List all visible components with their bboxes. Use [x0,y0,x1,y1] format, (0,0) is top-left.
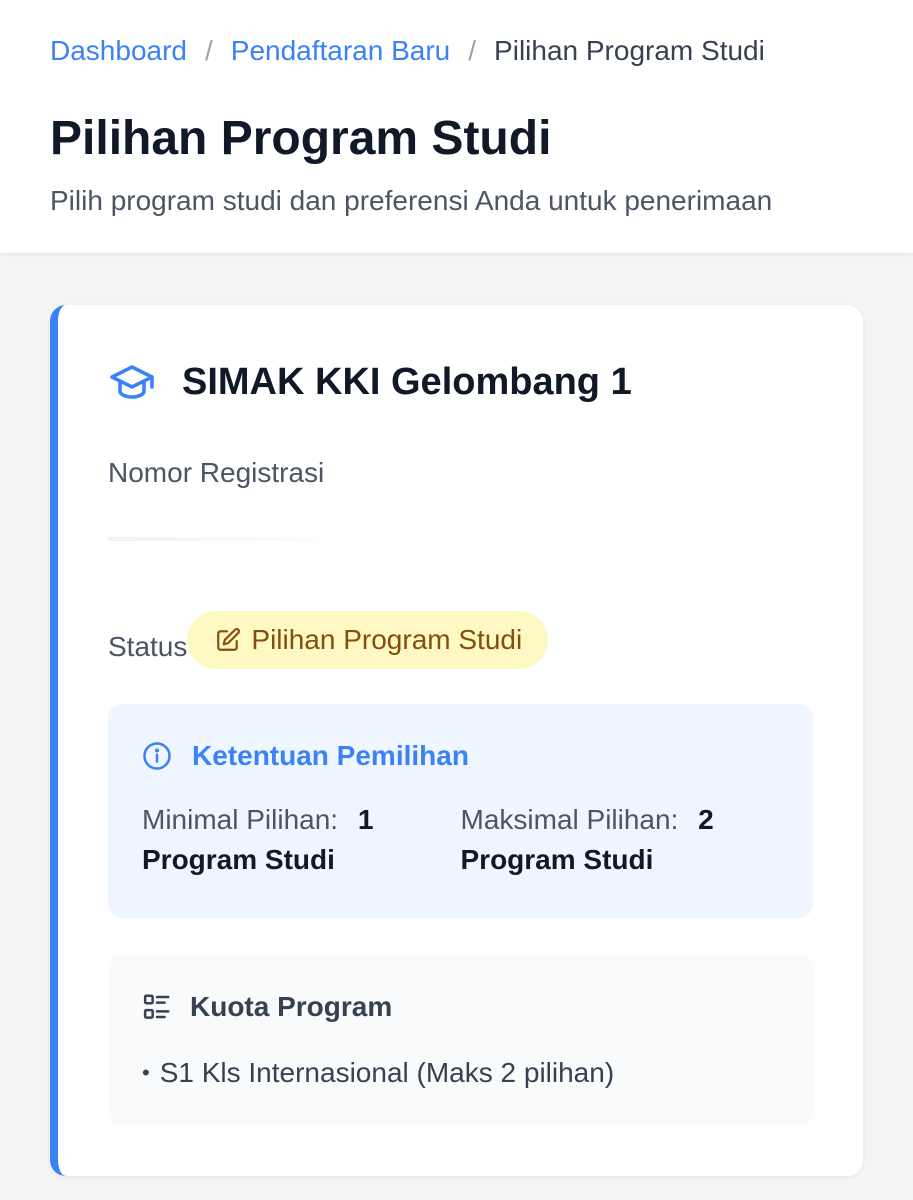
max-selection-value: 2 [698,804,714,835]
selection-rules-box: Ketentuan Pemilihan Minimal Pilihan: 1 P… [108,704,813,918]
registration-value [108,537,318,541]
program-quota-box: Kuota Program • S1 Kls Internasional (Ma… [108,953,813,1127]
max-selection-unit: Program Studi [460,844,654,875]
quota-title: Kuota Program [190,991,393,1022]
breadcrumb-separator: / [468,35,477,66]
bullet-icon: • [142,1060,150,1085]
registration-label: Nomor Registrasi [108,457,325,488]
max-selection-label: Maksimal Pilihan: [460,804,679,835]
card-header: SIMAK KKI Gelombang 1 [108,361,632,404]
edit-icon [217,628,241,651]
breadcrumb: Dashboard / Pendaftaran Baru / Pilihan P… [50,33,863,69]
quota-list: • S1 Kls Internasional (Maks 2 pilihan) [142,1057,779,1089]
min-selection: Minimal Pilihan: 1 Program Studi [142,800,461,880]
rules-title: Ketentuan Pemilihan [192,740,469,771]
info-icon [143,742,171,770]
min-selection-label: Minimal Pilihan: [142,804,339,835]
breadcrumb-current: Pilihan Program Studi [494,35,765,66]
list-item: • S1 Kls Internasional (Maks 2 pilihan) [142,1057,779,1089]
quota-header: Kuota Program [142,991,779,1023]
card-title: SIMAK KKI Gelombang 1 [182,361,632,403]
page-subtitle: Pilih program studi dan preferensi Anda … [50,185,773,216]
quota-item-label: S1 Kls Internasional (Maks 2 pilihan) [159,1057,615,1088]
min-selection-value: 1 [357,804,374,835]
status-row: Status Pilihan Program Studi [108,611,549,669]
list-icon [143,994,170,1019]
graduation-cap-icon [110,364,154,399]
breadcrumb-dashboard-link[interactable]: Dashboard [50,35,187,67]
status-badge: Pilihan Program Studi [187,611,549,669]
rules-header: Ketentuan Pemilihan [142,740,779,772]
page-title: Pilihan Program Studi [50,112,552,165]
breadcrumb-separator: / [204,35,213,66]
registration-card: SIMAK KKI Gelombang 1 Nomor Registrasi S… [50,305,863,1176]
status-label: Status [108,631,188,662]
breadcrumb-pendaftaran-link[interactable]: Pendaftaran Baru [231,35,451,67]
page-header: Dashboard / Pendaftaran Baru / Pilihan P… [0,0,913,254]
max-selection: Maksimal Pilihan: 2 Program Studi [461,800,780,880]
status-badge-label: Pilihan Program Studi [251,624,523,655]
min-selection-unit: Program Studi [142,844,335,875]
